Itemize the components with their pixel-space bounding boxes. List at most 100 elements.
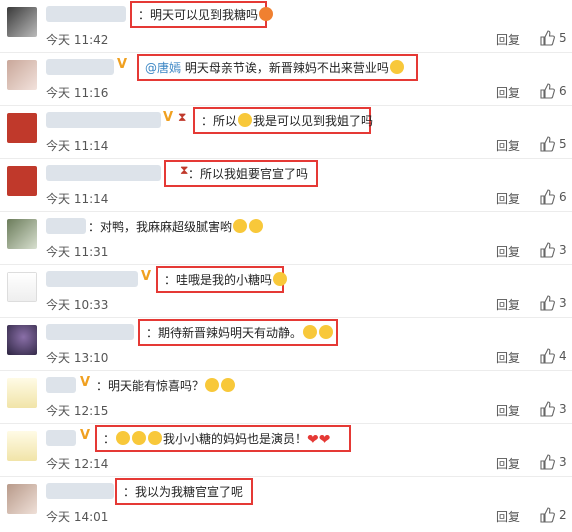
reply-button[interactable]: 回复: [496, 296, 520, 313]
like-count: 6: [559, 84, 567, 98]
emoji-icon: [319, 325, 334, 339]
like-count: 5: [559, 31, 567, 45]
emoji-icon: [389, 60, 404, 74]
comment-text-highlight: ：我以为我糖官宣了呢: [115, 478, 253, 505]
avatar[interactable]: [7, 484, 37, 514]
hourglass-icon: ⧗: [178, 110, 187, 124]
avatar[interactable]: [7, 272, 37, 302]
like-count: 6: [559, 190, 567, 204]
thumbs-up-icon[interactable]: [539, 507, 555, 523]
comment-time: 今天 11:14: [46, 192, 109, 206]
thumbs-up-icon[interactable]: [539, 242, 555, 258]
emoji-icon: [116, 431, 131, 445]
vip-badge-icon: V: [80, 428, 91, 443]
mention-link[interactable]: @唐嫣: [145, 61, 181, 75]
reply-button[interactable]: 回复: [496, 455, 520, 472]
avatar[interactable]: [7, 60, 37, 90]
avatar[interactable]: [7, 325, 37, 355]
comment-text-highlight: ：明天可以见到我糖吗: [130, 1, 274, 28]
username-blurred[interactable]: [46, 6, 126, 22]
emoji-icon: [259, 7, 274, 21]
comment-row: ：我以为我糖官宣了呢 今天 14:01 回复 2: [0, 477, 572, 532]
comment-text-highlight: ：所以 我是可以见到我姐了吗: [193, 107, 374, 134]
like-count: 3: [559, 296, 567, 310]
like-count: 5: [559, 137, 567, 151]
comment-text: ：对鸭，我麻麻超级腻害哟: [84, 213, 284, 240]
reply-button[interactable]: 回复: [496, 31, 520, 48]
username-blurred[interactable]: [46, 430, 76, 446]
like-count: 2: [559, 508, 567, 522]
thumbs-up-icon[interactable]: [539, 454, 555, 470]
comment-row: ：期待新晋辣妈明天有动静。 今天 13:10 回复 4: [0, 318, 572, 371]
username-blurred[interactable]: [46, 112, 161, 128]
reply-button[interactable]: 回复: [496, 349, 520, 366]
thumbs-up-icon[interactable]: [539, 189, 555, 205]
comment-text: ：哇哦是我的小糖吗: [164, 273, 273, 287]
comment-time: 今天 14:01: [46, 510, 109, 524]
comment-text-cont: 我是可以见到我姐了吗: [253, 114, 374, 128]
reply-button[interactable]: 回复: [496, 190, 520, 207]
emoji-icon: [205, 378, 220, 392]
emoji-icon: [233, 219, 248, 233]
comment-text-highlight: ：哇哦是我的小糖吗: [156, 266, 288, 293]
avatar[interactable]: [7, 7, 37, 37]
emoji-icon: [221, 378, 236, 392]
comment-text-highlight: @唐嫣 明天母亲节诶，新晋辣妈不出来营业吗: [137, 54, 418, 81]
comment-list: ：明天可以见到我糖吗 今天 11:42 回复 5 V @唐嫣 明天母亲节诶，新晋…: [0, 0, 572, 532]
username-blurred[interactable]: [46, 218, 86, 234]
comment-row: V ：我小小糖的妈妈也是演员！❤❤ 今天 12:14 回复 3: [0, 424, 572, 477]
avatar[interactable]: [7, 431, 37, 461]
thumbs-up-icon[interactable]: [539, 295, 555, 311]
thumbs-up-icon[interactable]: [539, 136, 555, 152]
like-count: 4: [559, 349, 567, 363]
emoji-icon: [238, 113, 253, 127]
emoji-icon: [273, 272, 288, 286]
comment-text: ：明天可以见到我糖吗: [138, 8, 259, 22]
comment-row: V ：明天能有惊喜吗？ 今天 12:15 回复 3: [0, 371, 572, 424]
reply-button[interactable]: 回复: [496, 402, 520, 419]
comment-text: ：所以我姐要官宣了吗: [188, 167, 309, 181]
vip-badge-icon: V: [80, 375, 91, 390]
thumbs-up-icon[interactable]: [539, 83, 555, 99]
username-blurred[interactable]: [46, 324, 134, 340]
comment-time: 今天 12:14: [46, 457, 109, 471]
vip-badge-icon: V: [117, 57, 128, 72]
thumbs-up-icon[interactable]: [539, 30, 555, 46]
avatar[interactable]: [7, 378, 37, 408]
comment-row: V ：哇哦是我的小糖吗 今天 10:33 回复 3: [0, 265, 572, 318]
comment-text-highlight: ：我小小糖的妈妈也是演员！❤❤: [95, 425, 351, 452]
username-blurred[interactable]: [46, 483, 114, 499]
emoji-icon: [132, 431, 147, 445]
username-blurred[interactable]: [46, 59, 114, 75]
comment-row: V @唐嫣 明天母亲节诶，新晋辣妈不出来营业吗 今天 11:16 回复 6: [0, 53, 572, 106]
comment-row: V ⧗ ：所以 我是可以见到我姐了吗 今天 11:14 回复 5: [0, 106, 572, 159]
comment-text-highlight: ：所以我姐要官宣了吗: [164, 160, 318, 187]
thumbs-up-icon[interactable]: [539, 401, 555, 417]
avatar[interactable]: [7, 166, 37, 196]
comment-text: 明天母亲节诶，新晋辣妈不出来营业吗: [181, 61, 389, 75]
comment-time: 今天 12:15: [46, 404, 109, 418]
comment-text: ：所以: [201, 114, 238, 128]
comment-text: ：我以为我糖官宣了呢: [123, 485, 244, 499]
reply-button[interactable]: 回复: [496, 137, 520, 154]
vip-badge-icon: V: [163, 110, 174, 125]
username-blurred[interactable]: [46, 165, 161, 181]
comment-row: ：对鸭，我麻麻超级腻害哟 今天 11:31 回复 3: [0, 212, 572, 265]
avatar[interactable]: [7, 113, 37, 143]
emoji-icon: [148, 431, 163, 445]
comment-time: 今天 11:31: [46, 245, 109, 259]
comment-text: ：: [103, 432, 116, 446]
thumbs-up-icon[interactable]: [539, 348, 555, 364]
avatar[interactable]: [7, 219, 37, 249]
heart-icon: ❤: [318, 432, 331, 448]
comment-time: 今天 11:16: [46, 86, 109, 100]
comment-time: 今天 11:42: [46, 33, 109, 47]
username-blurred[interactable]: [46, 377, 76, 393]
like-count: 3: [559, 402, 567, 416]
reply-button[interactable]: 回复: [496, 84, 520, 101]
comment-time: 今天 10:33: [46, 298, 109, 312]
vip-badge-icon: V: [141, 269, 152, 284]
reply-button[interactable]: 回复: [496, 243, 520, 260]
reply-button[interactable]: 回复: [496, 508, 520, 525]
username-blurred[interactable]: [46, 271, 138, 287]
